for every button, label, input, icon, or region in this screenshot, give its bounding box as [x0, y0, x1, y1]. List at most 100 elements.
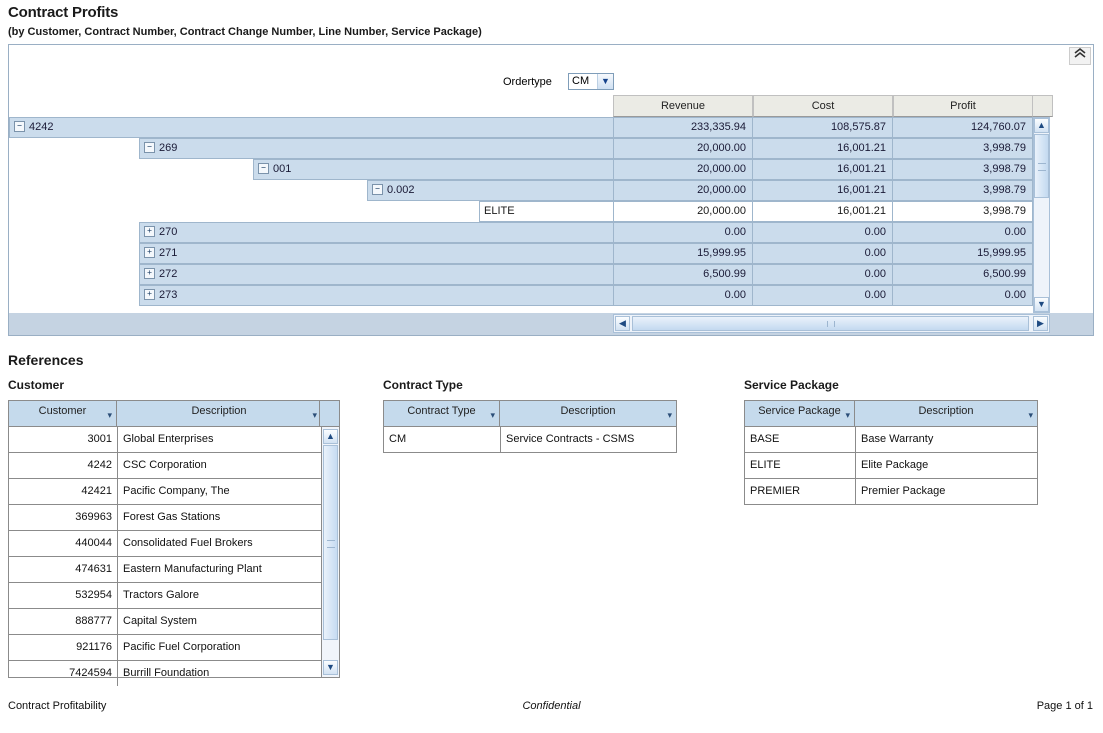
- column-header-contract-type[interactable]: Contract Type ▾: [384, 401, 500, 426]
- customer-vertical-scrollbar[interactable]: ▲ ▼: [321, 427, 339, 677]
- column-header-profit[interactable]: Profit: [893, 95, 1033, 117]
- sort-descending-icon[interactable]: ▾: [312, 405, 317, 425]
- collapse-node-icon[interactable]: −: [258, 162, 269, 174]
- pivot-cell-revenue: 15,999.95: [613, 243, 753, 264]
- expand-node-icon[interactable]: +: [144, 267, 155, 279]
- service-package-row[interactable]: ELITE Elite Package: [745, 453, 1037, 479]
- cell-code: 3001: [87, 433, 112, 445]
- column-header-label: Description: [560, 405, 616, 417]
- pivot-row-label[interactable]: +270: [139, 222, 613, 243]
- cell-description: Eastern Manufacturing Plant: [117, 557, 321, 582]
- customer-row[interactable]: 369963 Forest Gas Stations: [9, 505, 339, 531]
- cell-code: 42421: [81, 485, 112, 497]
- scrollbar-thumb[interactable]: [632, 316, 1029, 331]
- customer-row[interactable]: 474631 Eastern Manufacturing Plant: [9, 557, 339, 583]
- expand-node-icon[interactable]: +: [144, 288, 155, 300]
- chevron-left-icon[interactable]: ◀: [615, 316, 630, 331]
- service-package-row[interactable]: BASE Base Warranty: [745, 427, 1037, 453]
- pivot-row[interactable]: +273 0.00 0.00 0.00: [9, 285, 1033, 306]
- chevron-up-icon[interactable]: ▲: [323, 429, 338, 444]
- scrollbar-thumb[interactable]: [1034, 134, 1049, 198]
- pivot-cell-cost: 0.00: [753, 264, 893, 285]
- column-header-description[interactable]: Description ▾: [855, 401, 1037, 426]
- ordertype-label: Ordertype: [503, 76, 552, 88]
- pivot-row-label[interactable]: −4242: [9, 117, 613, 138]
- sort-descending-icon[interactable]: ▾: [1028, 405, 1033, 425]
- pivot-cell-cost: 108,575.87: [753, 117, 893, 138]
- cell-code: 4242: [87, 459, 112, 471]
- customer-row[interactable]: 4242 CSC Corporation: [9, 453, 339, 479]
- collapse-node-icon[interactable]: −: [372, 183, 383, 195]
- pivot-cell-profit: 3,998.79: [893, 201, 1033, 222]
- column-header-customer[interactable]: Customer ▾: [9, 401, 117, 426]
- column-header-revenue[interactable]: Revenue: [613, 95, 753, 117]
- pivot-row[interactable]: +271 15,999.95 0.00 15,999.95: [9, 243, 1033, 264]
- pivot-row-label[interactable]: ELITE: [479, 201, 613, 222]
- pivot-row[interactable]: −269 20,000.00 16,001.21 3,998.79: [9, 138, 1033, 159]
- pivot-row[interactable]: −001 20,000.00 16,001.21 3,998.79: [9, 159, 1033, 180]
- pivot-row-label[interactable]: +271: [139, 243, 613, 264]
- customer-row[interactable]: 532954 Tractors Galore: [9, 583, 339, 609]
- expand-node-icon[interactable]: +: [144, 246, 155, 258]
- pivot-cell-profit: 3,998.79: [893, 159, 1033, 180]
- pivot-row-label[interactable]: +273: [139, 285, 613, 306]
- customer-row[interactable]: 440044 Consolidated Fuel Brokers: [9, 531, 339, 557]
- pivot-vertical-scrollbar[interactable]: ▲ ▼: [1033, 117, 1050, 313]
- collapse-node-icon[interactable]: −: [144, 141, 155, 153]
- pivot-row[interactable]: ELITE 20,000.00 16,001.21 3,998.79: [9, 201, 1033, 222]
- pivot-row-label-text: 001: [273, 163, 292, 175]
- pivot-cell-revenue: 0.00: [613, 222, 753, 243]
- customer-row[interactable]: 921176 Pacific Fuel Corporation: [9, 635, 339, 661]
- collapse-node-icon[interactable]: −: [14, 120, 25, 132]
- chevron-double-up-icon[interactable]: [1069, 47, 1091, 65]
- expand-node-icon[interactable]: +: [144, 225, 155, 237]
- chevron-down-icon[interactable]: ▼: [597, 74, 613, 89]
- contract-type-row[interactable]: CM Service Contracts - CSMS: [384, 427, 676, 453]
- column-header-label: Service Package: [758, 405, 841, 417]
- customer-row[interactable]: 7424594 Burrill Foundation: [9, 661, 339, 687]
- column-header-description[interactable]: Description ▾: [500, 401, 676, 426]
- chevron-down-icon[interactable]: ▼: [323, 660, 338, 675]
- column-header-cost[interactable]: Cost: [753, 95, 893, 117]
- sort-descending-icon[interactable]: ▾: [845, 405, 850, 425]
- pivot-row[interactable]: +270 0.00 0.00 0.00: [9, 222, 1033, 243]
- references-heading: References: [8, 352, 84, 368]
- sort-descending-icon[interactable]: ▾: [107, 405, 112, 425]
- ordertype-select[interactable]: CM ▼: [568, 73, 614, 90]
- pivot-row-label-text: 270: [159, 226, 178, 238]
- cell-description: Forest Gas Stations: [117, 505, 321, 530]
- table-header-row: Customer ▾ Description ▾: [9, 401, 339, 427]
- customer-row[interactable]: 42421 Pacific Company, The: [9, 479, 339, 505]
- chevron-up-icon[interactable]: ▲: [1034, 118, 1049, 133]
- column-header-spacer: [1033, 95, 1053, 117]
- customer-row[interactable]: 3001 Global Enterprises: [9, 427, 339, 453]
- pivot-horizontal-scrollbar[interactable]: ◀ ▶: [613, 314, 1050, 333]
- cell-code: ELITE: [750, 459, 781, 471]
- customer-row[interactable]: 888777 Capital System: [9, 609, 339, 635]
- pivot-cell-revenue: 6,500.99: [613, 264, 753, 285]
- chevron-right-icon[interactable]: ▶: [1033, 316, 1048, 331]
- column-header-label: Description: [191, 405, 247, 417]
- pivot-row-label[interactable]: −001: [253, 159, 613, 180]
- pivot-grid: Revenue Cost Profit −4242 233,335.94 108,5…: [9, 95, 1093, 336]
- sort-descending-icon[interactable]: ▾: [667, 405, 672, 425]
- scrollbar-thumb[interactable]: [323, 445, 338, 640]
- column-header-service-package[interactable]: Service Package ▾: [745, 401, 855, 426]
- pivot-row-label[interactable]: −269: [139, 138, 613, 159]
- sort-descending-icon[interactable]: ▾: [490, 405, 495, 425]
- cell-code: PREMIER: [750, 485, 801, 497]
- pivot-cell-cost: 16,001.21: [753, 159, 893, 180]
- pivot-row[interactable]: −0.002 20,000.00 16,001.21 3,998.79: [9, 180, 1033, 201]
- pivot-row[interactable]: +272 6,500.99 0.00 6,500.99: [9, 264, 1033, 285]
- service-package-row[interactable]: PREMIER Premier Package: [745, 479, 1037, 505]
- pivot-cell-profit: 3,998.79: [893, 180, 1033, 201]
- cell-code: CM: [389, 433, 407, 445]
- pivot-row[interactable]: −4242 233,335.94 108,575.87 124,760.07: [9, 117, 1033, 138]
- column-header-description[interactable]: Description ▾: [117, 401, 321, 426]
- pivot-row-label-text: 0.002: [387, 184, 415, 196]
- cell-description: Consolidated Fuel Brokers: [117, 531, 321, 556]
- pivot-cell-profit: 6,500.99: [893, 264, 1033, 285]
- chevron-down-icon[interactable]: ▼: [1034, 297, 1049, 312]
- pivot-row-label[interactable]: +272: [139, 264, 613, 285]
- pivot-row-label[interactable]: −0.002: [367, 180, 613, 201]
